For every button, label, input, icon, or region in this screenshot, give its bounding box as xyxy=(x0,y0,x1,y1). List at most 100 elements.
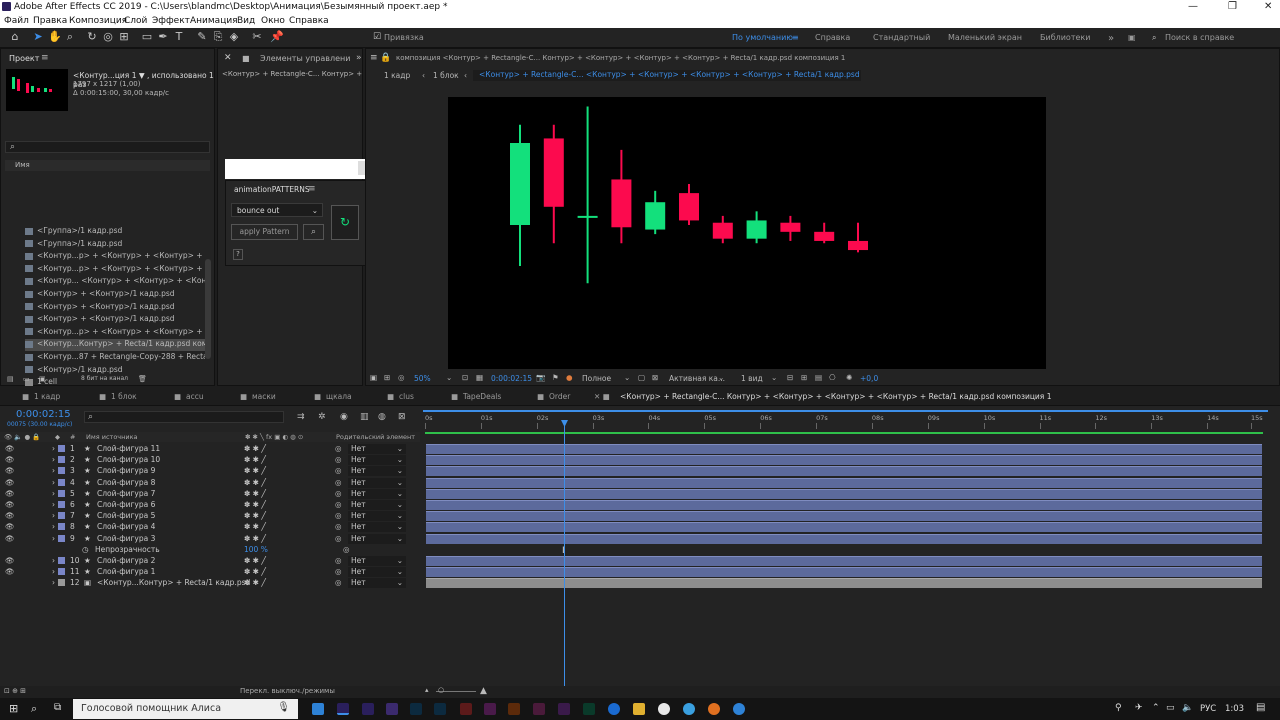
stopwatch-icon[interactable]: ◷ xyxy=(82,545,89,554)
parent-dropdown[interactable]: Нет ⌄ xyxy=(348,556,406,566)
pickwhip-icon[interactable]: ◎ xyxy=(343,545,350,554)
snapshot-icon[interactable]: 📷 xyxy=(536,373,545,382)
new-comp-icon[interactable]: ▣ xyxy=(39,375,46,383)
photoshop-app-icon[interactable] xyxy=(410,703,422,715)
toggle-pixel-icon[interactable]: ⊟ xyxy=(787,373,793,382)
project-search-input[interactable]: ⌕ xyxy=(5,141,210,153)
firefox-app-icon[interactable] xyxy=(708,703,720,715)
voice-assistant-input[interactable]: Голосовой помощник Алиса 🎙 xyxy=(73,699,298,719)
close-comp-icon[interactable]: ≡ xyxy=(370,53,378,63)
clock[interactable]: 1:03 xyxy=(1225,704,1244,714)
timeline-tab[interactable]: 1 кадр xyxy=(34,392,60,401)
brush-tool-icon[interactable]: ✎ xyxy=(196,31,208,43)
color-channel-icon[interactable]: ● xyxy=(566,373,573,382)
eye-icon[interactable]: 👁 xyxy=(5,500,15,509)
zoom-out-icon[interactable]: ▴ xyxy=(425,686,429,694)
eye-icon[interactable]: 👁 xyxy=(5,567,15,576)
timeline-tab[interactable]: clus xyxy=(399,392,414,401)
transparency-icon[interactable]: ⊠ xyxy=(652,373,658,382)
pickwhip-icon[interactable]: ◎ xyxy=(335,511,342,520)
parent-dropdown[interactable]: Нет ⌄ xyxy=(348,477,406,488)
camera-dropdown[interactable]: Активная ка... xyxy=(669,374,725,383)
project-item[interactable]: <Контур> + <Контур>/1 кадр.psd xyxy=(25,314,205,326)
timeline-search-input[interactable]: ⌕ xyxy=(84,411,284,423)
pattern-preview-button[interactable]: ↻ xyxy=(331,205,359,240)
task-view-icon[interactable]: ⧉ xyxy=(54,702,61,713)
project-item[interactable]: <Контур> + <Контур>/1 кадр.psd xyxy=(25,289,205,301)
switch-icons[interactable]: ✽ ✱ ╱ xyxy=(244,500,266,509)
explorer-app-icon[interactable] xyxy=(633,703,645,715)
region-of-interest-icon[interactable]: ▢ xyxy=(638,373,645,382)
microphone-icon[interactable]: 🎙 xyxy=(277,702,290,713)
label-color-icon[interactable] xyxy=(58,557,65,564)
layer-duration-bar[interactable] xyxy=(426,556,1262,566)
notification-icon[interactable]: ▤ xyxy=(1256,702,1265,713)
switch-icons[interactable]: ✽ ✱ ╱ xyxy=(244,455,266,464)
pickwhip-icon[interactable]: ◎ xyxy=(335,534,342,543)
expand-chevron-icon[interactable]: › xyxy=(52,478,55,487)
pickwhip-icon[interactable]: ◎ xyxy=(335,567,342,576)
pickwhip-icon[interactable]: ◎ xyxy=(335,556,342,565)
grid-icon[interactable]: ⊞ xyxy=(384,373,390,382)
source-name-header[interactable]: Имя источника xyxy=(86,433,138,441)
interpret-footage-icon[interactable]: ▤ xyxy=(7,375,14,383)
layer-duration-bar[interactable] xyxy=(426,522,1262,533)
comp-nav-1kadr[interactable]: 1 кадр xyxy=(384,71,410,80)
layer-duration-bar[interactable] xyxy=(426,567,1262,578)
parent-dropdown[interactable]: Нет ⌄ xyxy=(348,567,406,578)
eye-icon[interactable]: 👁 xyxy=(5,466,15,475)
viewer-timecode[interactable]: 0:00:02:15 xyxy=(491,374,532,383)
flowchart-icon[interactable]: ⎔ xyxy=(829,373,836,382)
comp-mini-flowchart-icon[interactable]: ⇉ xyxy=(297,412,305,422)
apply-pattern-button[interactable]: apply Pattern xyxy=(231,224,298,240)
expand-chevron-icon[interactable]: › xyxy=(52,567,55,576)
expand-chevron-icon[interactable]: › xyxy=(52,511,55,520)
current-time-indicator[interactable] xyxy=(564,424,565,694)
people-icon[interactable]: ⚲ xyxy=(1115,703,1122,713)
exposure-value[interactable]: +0,0 xyxy=(860,374,878,383)
frame-blending-icon[interactable]: ▥ xyxy=(360,412,369,422)
layer-name[interactable]: Слой-фигура 11 xyxy=(97,444,160,453)
rectangle-tool-icon[interactable]: ▭ xyxy=(141,31,153,43)
close-icon[interactable]: ✕ xyxy=(1264,1,1272,12)
layer-duration-bar[interactable] xyxy=(426,444,1262,454)
eye-icon[interactable]: 👁 xyxy=(5,444,15,453)
time-ruler[interactable]: 0s 01s 02s 03s 04s 05s 06s 07s 08s 09s 10s 11s 12s 13… xyxy=(423,414,1268,430)
selection-tool-icon[interactable]: ➤ xyxy=(32,31,44,43)
switch-icons[interactable]: ✽ ✱ ╱ xyxy=(244,567,266,576)
battery-icon[interactable]: ▭ xyxy=(1166,703,1175,713)
timeline-tab[interactable]: щкала xyxy=(326,392,352,401)
menu-layer[interactable]: Слой xyxy=(124,16,147,26)
label-color-icon[interactable] xyxy=(58,512,65,520)
expand-chevron-icon[interactable]: › xyxy=(52,534,55,543)
switch-icons[interactable]: ✽ ✱ ╱ xyxy=(244,534,266,543)
work-area-bar[interactable] xyxy=(423,410,1268,412)
trash-icon[interactable]: 🗑 xyxy=(138,375,147,383)
layer-row[interactable]: 👁 › 10 ★ Слой-фигура 2 ✽ ✱ ╱ ◎ Нет ⌄ xyxy=(0,556,420,567)
region-icon[interactable]: ▣ xyxy=(370,373,377,382)
layer-duration-bar[interactable] xyxy=(426,477,1262,488)
pick-pattern-icon[interactable]: ⌕ xyxy=(303,224,324,240)
network-icon[interactable]: ✈ xyxy=(1135,703,1143,713)
zoom-in-icon[interactable]: ▲ xyxy=(480,686,487,696)
layer-name[interactable]: Слой-фигура 1 xyxy=(97,567,155,576)
windows-start-icon[interactable]: ⊞ xyxy=(9,702,18,715)
tray-chevron-icon[interactable]: ⌃ xyxy=(1152,703,1160,713)
plugin-menu-icon[interactable]: ≡ xyxy=(308,184,316,194)
project-item[interactable]: <Контур> + <Контур>/1 кадр.psd xyxy=(25,302,205,314)
layer-name[interactable]: Слой-фигура 7 xyxy=(97,489,155,498)
animate-app-icon[interactable] xyxy=(460,703,472,715)
pen-tool-icon[interactable]: ✒ xyxy=(157,31,169,43)
eye-icon[interactable]: 👁 xyxy=(5,522,15,531)
project-item[interactable]: <Контур...Контур> + Recta/1 кадр.psd ком… xyxy=(25,339,205,352)
exposure-reset-icon[interactable]: ✺ xyxy=(846,373,852,382)
eye-icon[interactable]: 👁 xyxy=(5,556,15,565)
pickwhip-icon[interactable]: ◎ xyxy=(335,466,342,475)
shy-icon[interactable]: ◉ xyxy=(340,412,348,422)
layer-row[interactable]: 👁 › 3 ★ Слой-фигура 9 ✽ ✱ ╱ ◎ Нет ⌄ xyxy=(0,466,420,477)
project-name-column[interactable]: Имя xyxy=(5,160,210,171)
effects-tab[interactable]: Элементы управлени xyxy=(260,54,350,63)
timeline-tab[interactable]: маски xyxy=(252,392,276,401)
audition-app-icon[interactable] xyxy=(583,703,595,715)
comp-tab[interactable]: композиция <Контур> + Rectangle-C... Кон… xyxy=(396,54,1266,62)
